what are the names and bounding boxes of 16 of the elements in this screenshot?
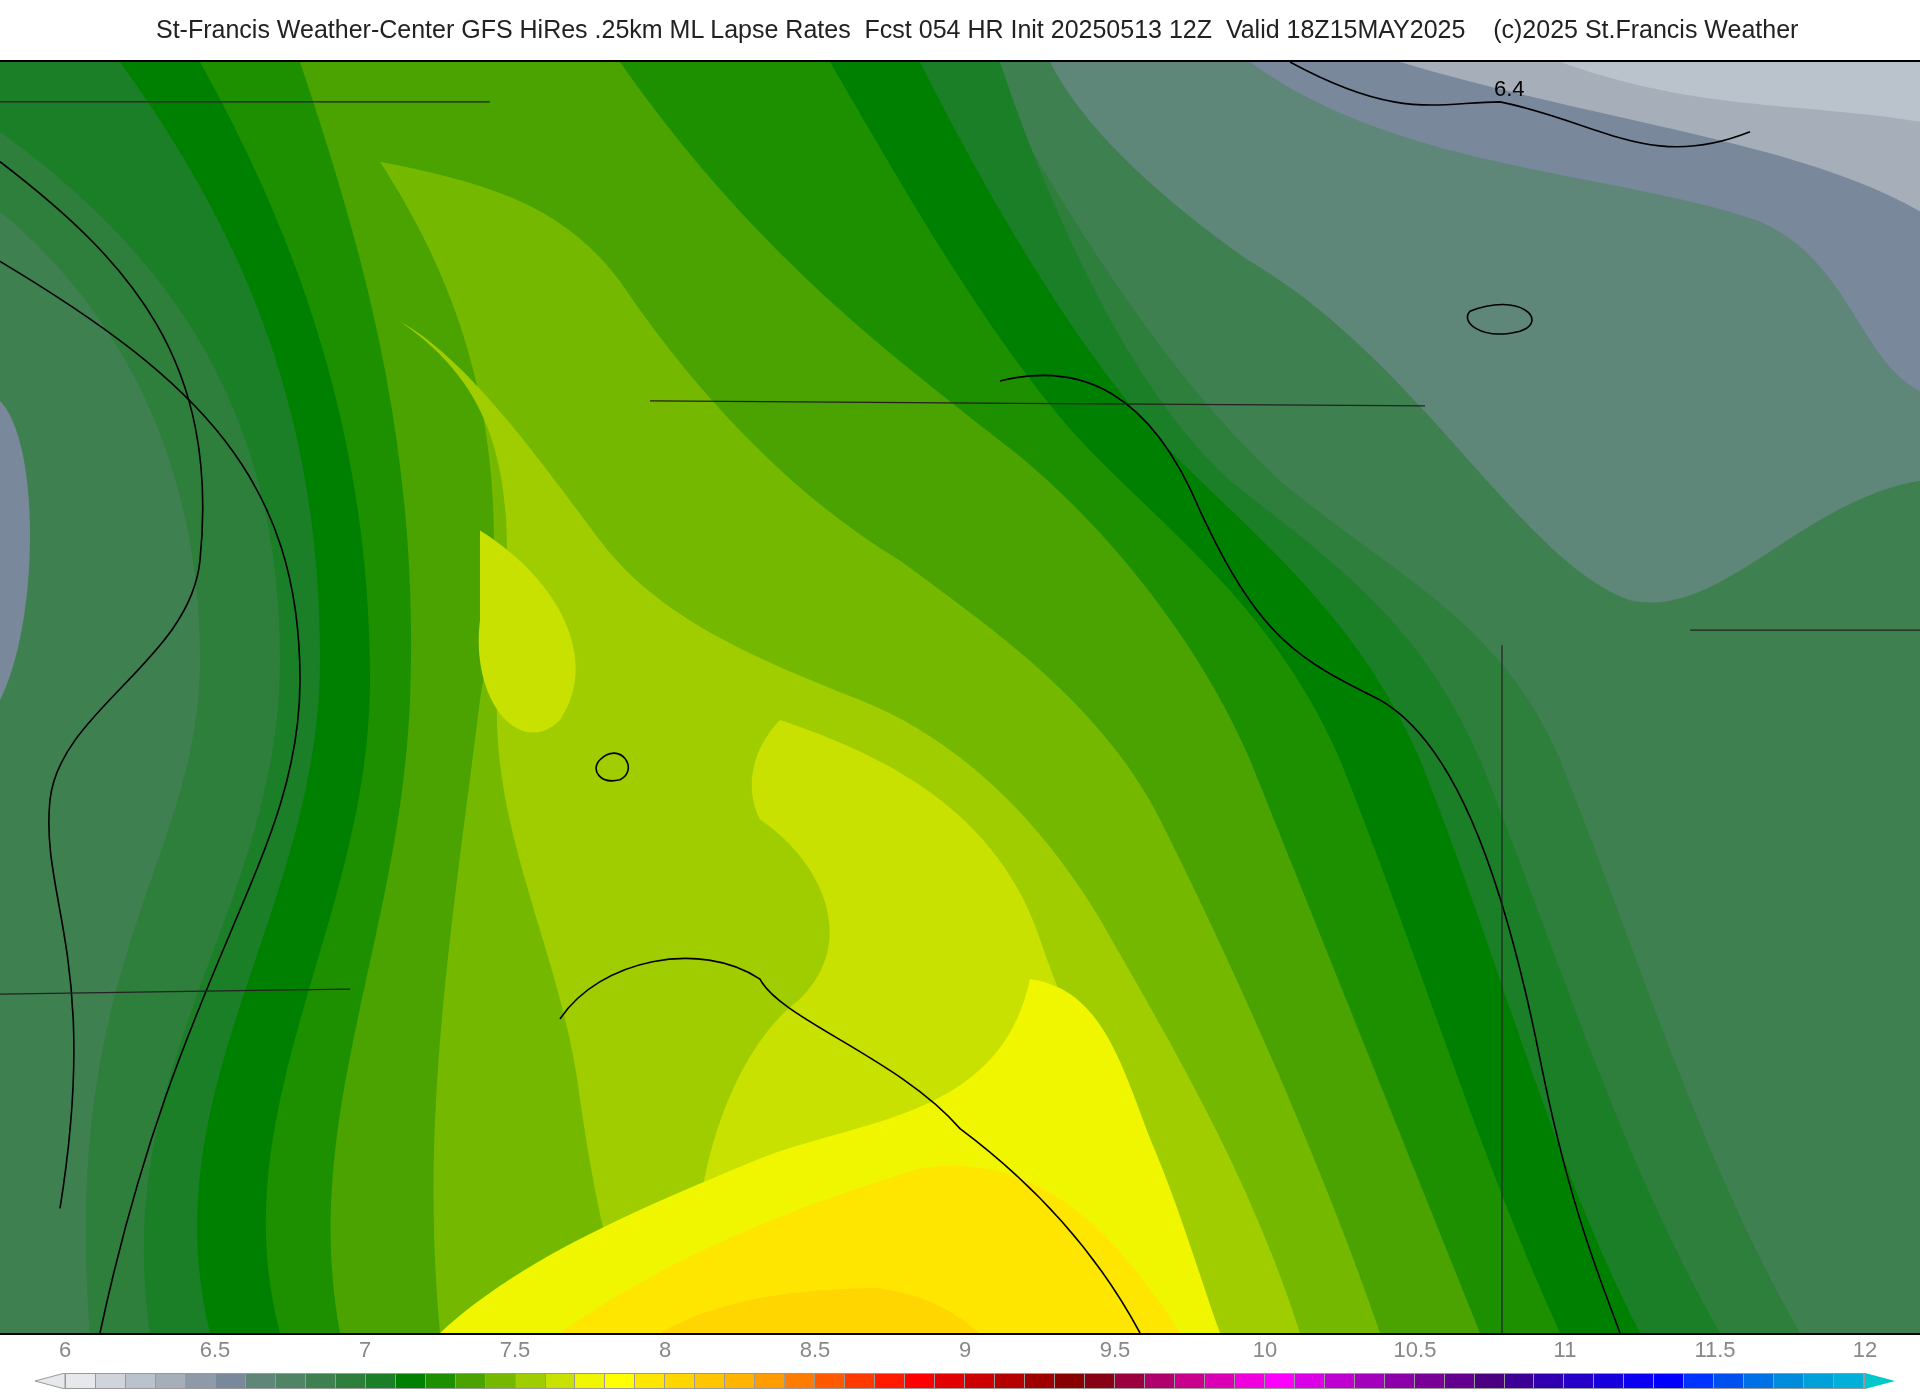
scale-tick-label: 11.5 [1694,1339,1736,1361]
scale-tick-label: 11 [1553,1339,1577,1361]
chart-title: St-Francis Weather-Center GFS HiRes .25km ML Lapse Rates Fcst 054 HR Init 20250513 12Z Valid 18Z15MAY2025 (c)2025 St.Francis Weather [156,14,1799,46]
scale-tick-label: 6 [58,1339,72,1361]
contour-label: 6.4 [1493,78,1526,100]
scale-tick-label: 9.5 [1099,1339,1131,1361]
scale-tick-label: 7.5 [499,1339,531,1361]
scale-tick-label: 10 [1252,1339,1278,1361]
scale-tick-label: 8 [658,1339,672,1361]
scale-tick-label: 7 [358,1339,372,1361]
scale-tick-label: 12 [1852,1339,1878,1361]
high-arrow-icon [1865,1373,1895,1389]
scale-tick-label: 6.5 [199,1339,231,1361]
scale-tick-label: 10.5 [1393,1339,1437,1361]
scale-tick-label: 9 [958,1339,972,1361]
scale-tick-label: 8.5 [799,1339,831,1361]
